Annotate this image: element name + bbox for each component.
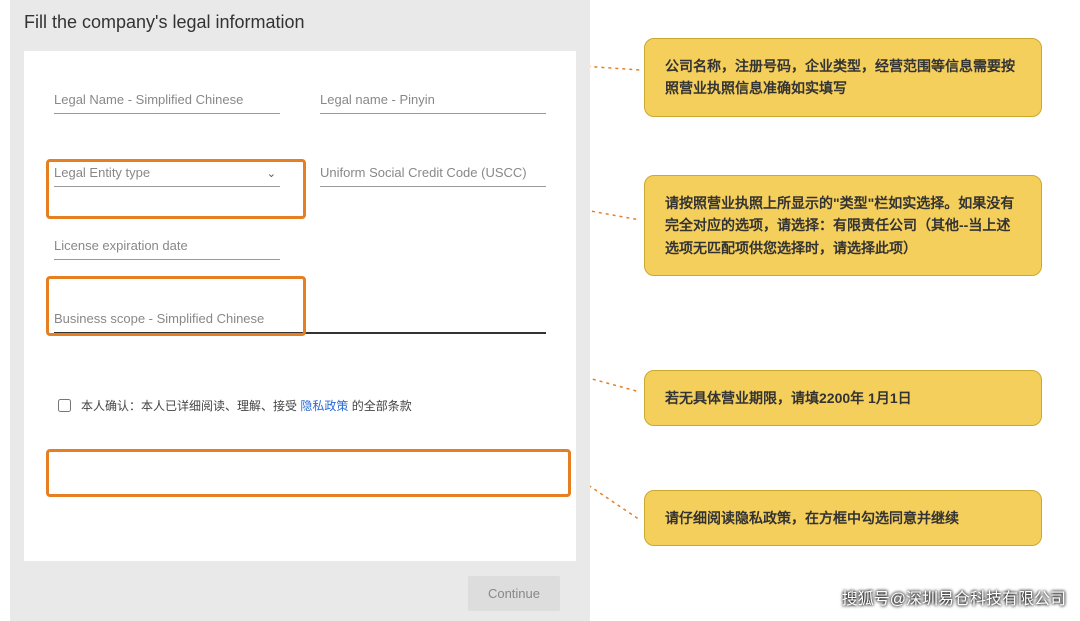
license-expiration-input[interactable]: [54, 232, 280, 260]
consent-text: 本人确认：本人已详细阅读、理解、接受 隐私政策 的全部条款: [81, 397, 412, 414]
privacy-policy-link[interactable]: 隐私政策: [300, 399, 348, 413]
annotation-privacy: 请仔细阅读隐私政策，在方框中勾选同意并继续: [644, 490, 1042, 546]
consent-checkbox[interactable]: [58, 399, 71, 412]
highlight-consent: [46, 449, 571, 497]
uscc-input[interactable]: [320, 159, 546, 187]
watermark: 搜狐号@深圳易仓科技有限公司: [842, 585, 1066, 609]
form-card: Legal Entity type ⌄ 本人确认：本人已详细阅读、理解、接受 隐…: [24, 51, 576, 561]
consent-prefix: 本人确认：本人已详细阅读、理解、接受: [81, 399, 300, 413]
legal-entity-type-select[interactable]: Legal Entity type: [54, 159, 280, 187]
form-title: Fill the company's legal information: [24, 12, 576, 33]
business-scope-input[interactable]: [54, 305, 546, 334]
annotation-company-info: 公司名称，注册号码，企业类型，经营范围等信息需要按照营业执照信息准确如实填写: [644, 38, 1042, 117]
consent-row: 本人确认：本人已详细阅读、理解、接受 隐私政策 的全部条款: [54, 389, 546, 422]
annotation-expiration: 若无具体营业期限，请填2200年 1月1日: [644, 370, 1042, 426]
consent-suffix: 的全部条款: [348, 399, 411, 413]
legal-name-pinyin-input[interactable]: [320, 86, 546, 114]
continue-button[interactable]: Continue: [468, 576, 560, 611]
annotation-entity-type: 请按照营业执照上所显示的"类型"栏如实选择。如果没有完全对应的选项，请选择：有限…: [644, 175, 1042, 276]
form-panel: Fill the company's legal information Leg…: [10, 0, 590, 621]
legal-name-chinese-input[interactable]: [54, 86, 280, 114]
